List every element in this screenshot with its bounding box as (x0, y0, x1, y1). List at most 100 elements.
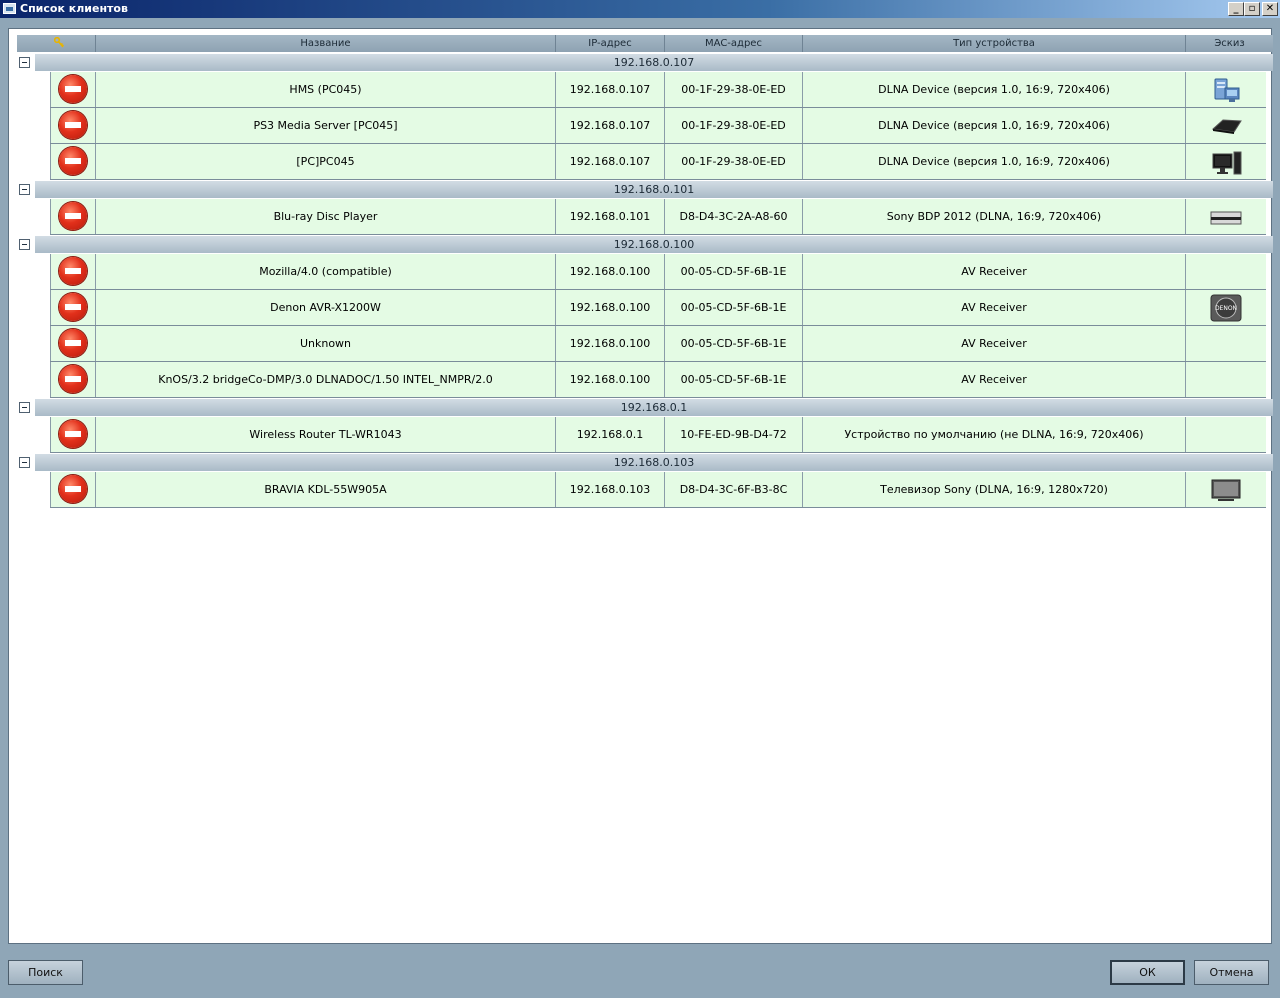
minimize-button[interactable]: _ (1228, 2, 1244, 16)
group-ip-label[interactable]: 192.168.0.100 (35, 236, 1273, 253)
maximize-button[interactable]: ▫ (1244, 2, 1260, 16)
client-thumbnail (1186, 144, 1266, 179)
client-ip: 192.168.0.107 (556, 72, 665, 107)
client-name: Blu-ray Disc Player (96, 199, 556, 234)
remove-client-icon[interactable] (59, 147, 87, 175)
desktop-pc-icon (1212, 151, 1242, 175)
client-row[interactable]: Mozilla/4.0 (compatible) 192.168.0.100 00-… (17, 254, 1273, 290)
remove-cell (50, 326, 96, 361)
column-header-thumb[interactable]: Эскиз (1186, 35, 1273, 52)
client-thumbnail (1186, 472, 1266, 507)
remove-cell (50, 108, 96, 143)
client-mac: 00-1F-29-38-0E-ED (665, 108, 803, 143)
group-header: 192.168.0.100 (17, 235, 1273, 254)
client-name: Wireless Router TL-WR1043 (96, 417, 556, 452)
client-mac: 00-05-CD-5F-6B-1E (665, 290, 803, 325)
app-icon (3, 3, 16, 14)
client-thumbnail (1186, 199, 1266, 234)
remove-client-icon[interactable] (59, 475, 87, 503)
key-icon (54, 37, 64, 48)
client-thumbnail (1186, 326, 1266, 361)
remove-client-icon[interactable] (59, 111, 87, 139)
title-bar: Список клиентов _ ▫ ✕ (0, 0, 1280, 18)
remove-client-icon[interactable] (59, 293, 87, 321)
client-device-type[interactable]: Sony BDP 2012 (DLNA, 16:9, 720x406) (803, 199, 1186, 234)
client-thumbnail (1186, 417, 1266, 452)
remove-cell (50, 362, 96, 397)
server-icon (1214, 78, 1240, 102)
client-device-type[interactable]: AV Receiver (803, 326, 1186, 361)
client-name: HMS (PC045) (96, 72, 556, 107)
client-row[interactable]: HMS (PC045) 192.168.0.107 00-1F-29-38-0E-E… (17, 72, 1273, 108)
column-header-name[interactable]: Название (96, 35, 556, 52)
remove-client-icon[interactable] (59, 420, 87, 448)
collapse-toggle[interactable] (19, 239, 30, 250)
client-row[interactable]: PS3 Media Server [PC045] 192.168.0.107 00-… (17, 108, 1273, 144)
client-name: Unknown (96, 326, 556, 361)
client-device-type[interactable]: AV Receiver (803, 290, 1186, 325)
window-title: Список клиентов (20, 2, 128, 15)
client-row[interactable]: Wireless Router TL-WR1043 192.168.0.1 10-F… (17, 417, 1273, 453)
client-thumbnail (1186, 254, 1266, 289)
client-name: KnOS/3.2 bridgeCo-DMP/3.0 DLNADOC/1.50 I… (96, 362, 556, 397)
collapse-toggle[interactable] (19, 457, 30, 468)
ok-button[interactable]: ОК (1110, 960, 1185, 985)
collapse-toggle[interactable] (19, 402, 30, 413)
column-header-ip[interactable]: IP-адрес (556, 35, 665, 52)
client-row[interactable]: KnOS/3.2 bridgeCo-DMP/3.0 DLNADOC/1.50 I… (17, 362, 1273, 398)
group-ip-label[interactable]: 192.168.0.101 (35, 181, 1273, 198)
client-device-type[interactable]: DLNA Device (версия 1.0, 16:9, 720x406) (803, 144, 1186, 179)
client-row[interactable]: Blu-ray Disc Player 192.168.0.101 D8-D4-3C… (17, 199, 1273, 235)
client-ip: 192.168.0.103 (556, 472, 665, 507)
client-device-type[interactable]: Устройство по умолчанию (не DLNA, 16:9, … (803, 417, 1186, 452)
client-name: BRAVIA KDL-55W905A (96, 472, 556, 507)
client-ip: 192.168.0.101 (556, 199, 665, 234)
group-ip-label[interactable]: 192.168.0.103 (35, 454, 1273, 471)
remove-client-icon[interactable] (59, 202, 87, 230)
client-ip: 192.168.0.100 (556, 254, 665, 289)
client-mac: 00-05-CD-5F-6B-1E (665, 362, 803, 397)
client-mac: 00-1F-29-38-0E-ED (665, 144, 803, 179)
client-thumbnail (1186, 72, 1266, 107)
client-mac: D8-D4-3C-2A-A8-60 (665, 199, 803, 234)
client-device-type[interactable]: DLNA Device (версия 1.0, 16:9, 720x406) (803, 108, 1186, 143)
group-header: 192.168.0.107 (17, 53, 1273, 72)
client-device-type[interactable]: AV Receiver (803, 254, 1186, 289)
client-mac: D8-D4-3C-6F-B3-8C (665, 472, 803, 507)
client-row[interactable]: Denon AVR-X1200W 192.168.0.100 00-05-CD-5F… (17, 290, 1273, 326)
client-ip: 192.168.0.107 (556, 144, 665, 179)
table-header: Название IP-адрес MAC-адрес Тип устройст… (17, 35, 1273, 52)
remove-cell (50, 472, 96, 507)
client-ip: 192.168.0.100 (556, 326, 665, 361)
remove-client-icon[interactable] (59, 329, 87, 357)
client-name: Mozilla/4.0 (compatible) (96, 254, 556, 289)
collapse-toggle[interactable] (19, 184, 30, 195)
client-mac: 00-05-CD-5F-6B-1E (665, 254, 803, 289)
remove-cell (50, 254, 96, 289)
client-name: Denon AVR-X1200W (96, 290, 556, 325)
remove-cell (50, 199, 96, 234)
remove-client-icon[interactable] (59, 365, 87, 393)
column-header-type[interactable]: Тип устройства (803, 35, 1186, 52)
client-row[interactable]: Unknown 192.168.0.100 00-05-CD-5F-6B-1E AV … (17, 326, 1273, 362)
client-row[interactable]: [PC]PC045 192.168.0.107 00-1F-29-38-0E-ED D… (17, 144, 1273, 180)
client-device-type[interactable]: AV Receiver (803, 362, 1186, 397)
column-header-mac[interactable]: MAC-адрес (665, 35, 803, 52)
close-button[interactable]: ✕ (1262, 2, 1278, 16)
client-ip: 192.168.0.100 (556, 362, 665, 397)
client-row[interactable]: BRAVIA KDL-55W905A 192.168.0.103 D8-D4-3C-… (17, 472, 1273, 508)
collapse-toggle[interactable] (19, 57, 30, 68)
cancel-button[interactable]: Отмена (1194, 960, 1269, 985)
group-ip-label[interactable]: 192.168.0.1 (35, 399, 1273, 416)
client-device-type[interactable]: DLNA Device (версия 1.0, 16:9, 720x406) (803, 72, 1186, 107)
remove-client-icon[interactable] (59, 75, 87, 103)
group-ip-label[interactable]: 192.168.0.107 (35, 54, 1273, 71)
client-rows: 192.168.0.107 HMS (PC045) 192.168.0.107 00-… (17, 53, 1273, 508)
bluray-player-icon (1210, 211, 1242, 225)
client-device-type[interactable]: Телевизор Sony (DLNA, 16:9, 1280x720) (803, 472, 1186, 507)
client-mac: 00-1F-29-38-0E-ED (665, 72, 803, 107)
column-header-icon[interactable] (17, 35, 96, 52)
remove-client-icon[interactable] (59, 257, 87, 285)
search-button[interactable]: Поиск (8, 960, 83, 985)
client-thumbnail (1186, 362, 1266, 397)
